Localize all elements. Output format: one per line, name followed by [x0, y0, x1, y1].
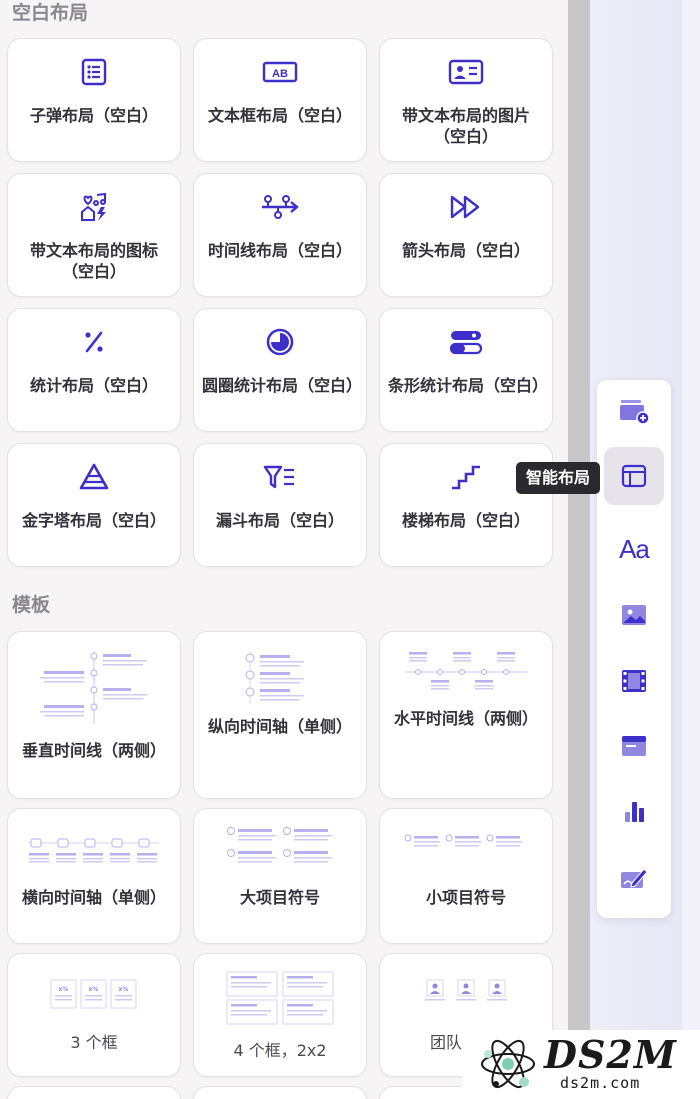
- section-title-templates: 模板: [12, 594, 51, 616]
- template-card-three-boxes[interactable]: x% x% x% 3 个框: [7, 953, 181, 1077]
- video-icon: [622, 670, 646, 692]
- layout-card-label: 统计布局（空白）: [29, 376, 158, 395]
- template-card-large-bullets[interactable]: 大项目符号: [193, 808, 367, 944]
- layout-card-label: 金字塔布局（空白）: [21, 511, 166, 530]
- template-card-four-boxes[interactable]: 4 个框，2x2: [193, 953, 367, 1077]
- template-card-label: 垂直时间线（两侧）: [21, 741, 166, 760]
- template-card-next-row[interactable]: [7, 1086, 181, 1099]
- video-button[interactable]: [604, 652, 664, 710]
- svg-text:AB: AB: [272, 68, 288, 80]
- vertical-timeline-one-side-thumbnail: [245, 652, 304, 704]
- timeline-icon: [262, 195, 299, 219]
- layout-card-pyramid[interactable]: 金字塔布局（空白）: [7, 443, 181, 567]
- four-boxes-thumbnail: [226, 971, 334, 1025]
- layout-card-label: 圆圈统计布局（空白）: [202, 376, 363, 395]
- template-card-label: 小项目符号: [425, 888, 506, 907]
- layout-panel: 空白布局 子弹布局（空白） AB 文本框布局（空白） 带文本布局的图片（空白）: [0, 0, 568, 1099]
- layout-card-arrow[interactable]: 箭头布局（空白）: [379, 173, 553, 297]
- template-card-label: 大项目符号: [239, 888, 320, 907]
- layout-card-image-with-text[interactable]: 带文本布局的图片（空白）: [379, 38, 553, 162]
- image-icon: [622, 605, 646, 625]
- add-slide-button[interactable]: [604, 382, 664, 440]
- text-style-button[interactable]: Aa: [604, 520, 664, 578]
- scrollbar[interactable]: [568, 0, 590, 1030]
- edit-icon: [621, 868, 648, 888]
- chart-icon: [625, 802, 644, 822]
- section-title-blank-layouts: 空白布局: [12, 2, 89, 24]
- circle-stat-icon: [266, 328, 294, 356]
- template-card-label: 水平时间线（两侧）: [393, 709, 538, 728]
- layout-card-label: 文本框布局（空白）: [207, 106, 352, 125]
- template-card-horizontal-timeline-one-side[interactable]: 横向时间轴（单侧）: [7, 808, 181, 944]
- tooltip-smart-layout: 智能布局: [516, 462, 601, 494]
- template-card-vertical-timeline-two-sides[interactable]: 垂直时间线（两侧）: [7, 631, 181, 799]
- layout-card-label: 箭头布局（空白）: [401, 241, 530, 260]
- funnel-icon: [263, 465, 294, 489]
- three-boxes-thumbnail: x% x% x%: [50, 979, 137, 1009]
- edit-button[interactable]: [604, 850, 664, 908]
- svg-text:x%: x%: [119, 986, 129, 993]
- template-card-vertical-timeline-one-side[interactable]: 纵向时间轴（单侧）: [193, 631, 367, 799]
- percent-icon: [85, 331, 103, 353]
- layout-card-text-box[interactable]: AB 文本框布局（空白）: [193, 38, 367, 162]
- embed-icon: [622, 736, 646, 756]
- layout-card-circle-stat[interactable]: 圆圈统计布局（空白）: [193, 308, 367, 432]
- layout-card-bullets[interactable]: 子弹布局（空白）: [7, 38, 181, 162]
- layout-card-timeline[interactable]: 时间线布局（空白）: [193, 173, 367, 297]
- atom-logo-icon: [481, 1039, 535, 1089]
- team-thumbnail: [425, 979, 507, 1001]
- large-bullets-thumbnail: [227, 827, 332, 863]
- template-card-next-row[interactable]: [193, 1086, 367, 1099]
- arrow-icon: [450, 195, 480, 219]
- horizontal-timeline-one-side-thumbnail: [29, 838, 159, 863]
- horizontal-timeline-thumbnail: [405, 652, 527, 690]
- bulleted-list-icon: [81, 58, 107, 86]
- bar-stat-icon: [449, 331, 483, 355]
- smart-layout-button[interactable]: [604, 447, 664, 505]
- insert-toolbar: Aa: [597, 380, 671, 918]
- image-with-text-icon: [448, 59, 484, 85]
- layout-card-icons-with-text[interactable]: 带文本布局的图标（空白）: [7, 173, 181, 297]
- watermark-title: DS2M: [544, 1032, 677, 1077]
- watermark: DS2M ds2m.com: [462, 1030, 700, 1099]
- template-card-label: 4 个框，2x2: [233, 1041, 327, 1060]
- layout-card-label: 条形统计布局（空白）: [388, 376, 549, 395]
- canvas-edge: [682, 0, 700, 1099]
- add-slide-icon: [620, 400, 650, 425]
- pyramid-icon: [79, 463, 109, 490]
- text-style-icon: Aa: [619, 533, 650, 564]
- layout-card-label: 时间线布局（空白）: [207, 241, 352, 260]
- watermark-url: ds2m.com: [560, 1074, 641, 1092]
- svg-text:x%: x%: [89, 986, 99, 993]
- template-card-label: 3 个框: [70, 1033, 118, 1052]
- layout-card-label: 带文本布局的图标（空白）: [29, 241, 158, 281]
- vertical-timeline-thumbnail: [40, 652, 147, 724]
- layout-card-label: 子弹布局（空白）: [29, 106, 158, 125]
- layout-card-funnel[interactable]: 漏斗布局（空白）: [193, 443, 367, 567]
- icons-with-text-icon: [81, 192, 106, 221]
- layout-card-label: 带文本布局的图片（空白）: [401, 106, 530, 146]
- svg-text:x%: x%: [59, 986, 69, 993]
- smart-layout-icon: [621, 464, 647, 488]
- template-card-small-bullets[interactable]: 小项目符号: [379, 808, 553, 944]
- layout-card-statistic[interactable]: 统计布局（空白）: [7, 308, 181, 432]
- small-bullets-thumbnail: [404, 834, 522, 847]
- layout-card-label: 楼梯布局（空白）: [401, 511, 530, 530]
- template-card-horizontal-timeline-two-sides[interactable]: 水平时间线（两侧）: [379, 631, 553, 799]
- image-button[interactable]: [604, 586, 664, 644]
- stairs-icon: [452, 465, 480, 490]
- layout-card-bar-stat[interactable]: 条形统计布局（空白）: [379, 308, 553, 432]
- layout-card-label: 漏斗布局（空白）: [215, 511, 344, 530]
- chart-button[interactable]: [604, 783, 664, 841]
- embed-button[interactable]: [604, 717, 664, 775]
- template-card-label: 横向时间轴（单侧）: [21, 888, 166, 907]
- template-card-label: 纵向时间轴（单侧）: [207, 717, 352, 736]
- text-box-icon: AB: [262, 61, 298, 83]
